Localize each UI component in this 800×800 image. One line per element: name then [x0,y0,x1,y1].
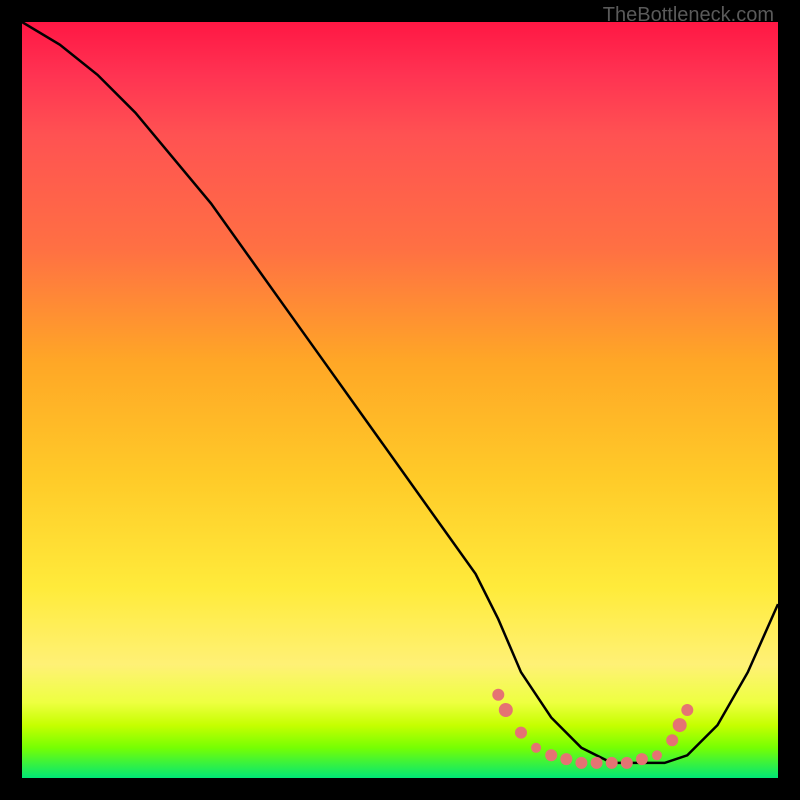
plot-area [22,22,778,778]
chart-container: TheBottleneck.com [0,0,800,800]
marker-dot [621,757,633,769]
marker-dot [499,703,513,717]
curve-svg [22,22,778,778]
marker-dot [575,757,587,769]
marker-dot [515,727,527,739]
bottleneck-curve [22,22,778,763]
marker-dot [681,704,693,716]
marker-dot [673,718,687,732]
marker-dot [666,734,678,746]
marker-dot [492,689,504,701]
watermark-text: TheBottleneck.com [603,4,774,27]
marker-dots [492,689,693,769]
marker-dot [652,750,662,760]
marker-dot [531,743,541,753]
marker-dot [606,757,618,769]
marker-dot [560,753,572,765]
marker-dot [545,749,557,761]
marker-dot [636,753,648,765]
marker-dot [591,757,603,769]
